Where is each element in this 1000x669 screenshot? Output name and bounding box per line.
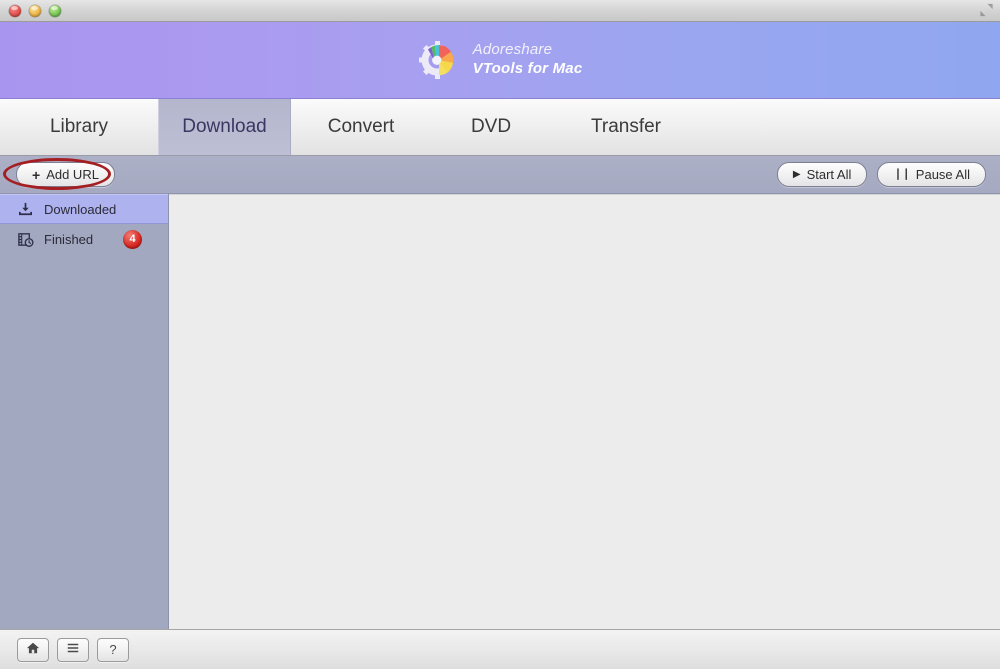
- home-icon: [26, 641, 40, 658]
- sidebar-item-downloaded-label: Downloaded: [44, 201, 117, 217]
- brand-header: Adoreshare VTools for Mac: [0, 22, 1000, 99]
- help-button[interactable]: ?: [97, 637, 129, 662]
- brand-text: Adoreshare VTools for Mac: [473, 41, 583, 79]
- hamburger-menu-icon: [66, 641, 80, 658]
- add-url-label: Add URL: [46, 167, 99, 182]
- toolbar-right-group: ▶ Start All ❘❘ Pause All: [776, 162, 986, 187]
- pause-all-label: Pause All: [915, 167, 970, 182]
- adoreshare-gear-logo: [418, 39, 460, 81]
- sidebar-item-finished[interactable]: Finished 4: [0, 224, 168, 254]
- pause-icon: ❘❘: [893, 168, 910, 180]
- start-all-button[interactable]: ▶ Start All: [776, 162, 868, 187]
- home-button[interactable]: [17, 637, 49, 662]
- tab-dvd[interactable]: DVD: [431, 99, 551, 155]
- download-list-content[interactable]: [169, 194, 1000, 629]
- start-all-label: Start All: [806, 167, 852, 182]
- brand-product: VTools for Mac: [472, 60, 583, 77]
- tab-library[interactable]: Library: [0, 99, 158, 155]
- tab-transfer[interactable]: Transfer: [551, 99, 701, 155]
- pause-all-button[interactable]: ❘❘ Pause All: [877, 162, 986, 187]
- main-tab-bar: Library Download Convert DVD Transfer: [0, 99, 1000, 156]
- traffic-light-controls: [9, 4, 61, 17]
- window-titlebar: [0, 0, 1000, 22]
- film-clock-icon: [16, 230, 34, 248]
- brand-company: Adoreshare: [472, 41, 553, 59]
- download-tray-icon: [16, 200, 34, 218]
- tab-download[interactable]: Download: [158, 99, 291, 155]
- finished-count-badge: 4: [123, 229, 142, 249]
- minimize-button[interactable]: [29, 4, 41, 17]
- body-area: Downloaded Finished 4: [0, 194, 1000, 629]
- play-icon: ▶: [792, 168, 801, 180]
- question-mark-icon: ?: [109, 642, 117, 657]
- zoom-button[interactable]: [49, 4, 61, 17]
- brand-lockup: Adoreshare VTools for Mac: [418, 39, 583, 81]
- bottom-toolbar: ?: [0, 629, 1000, 669]
- add-url-button[interactable]: + Add URL: [16, 162, 115, 187]
- sidebar-item-finished-label: Finished: [44, 231, 94, 247]
- sidebar-item-downloaded[interactable]: Downloaded: [0, 194, 168, 224]
- menu-button[interactable]: [57, 637, 89, 662]
- close-button[interactable]: [9, 4, 21, 17]
- download-sidebar: Downloaded Finished 4: [0, 194, 169, 629]
- application-window: Adoreshare VTools for Mac Library Downlo…: [0, 0, 1000, 669]
- download-action-toolbar: + Add URL ▶ Start All ❘❘ Pause All: [0, 156, 1000, 194]
- tab-convert[interactable]: Convert: [291, 99, 431, 155]
- fullscreen-icon[interactable]: [979, 3, 994, 17]
- plus-icon: +: [32, 166, 41, 183]
